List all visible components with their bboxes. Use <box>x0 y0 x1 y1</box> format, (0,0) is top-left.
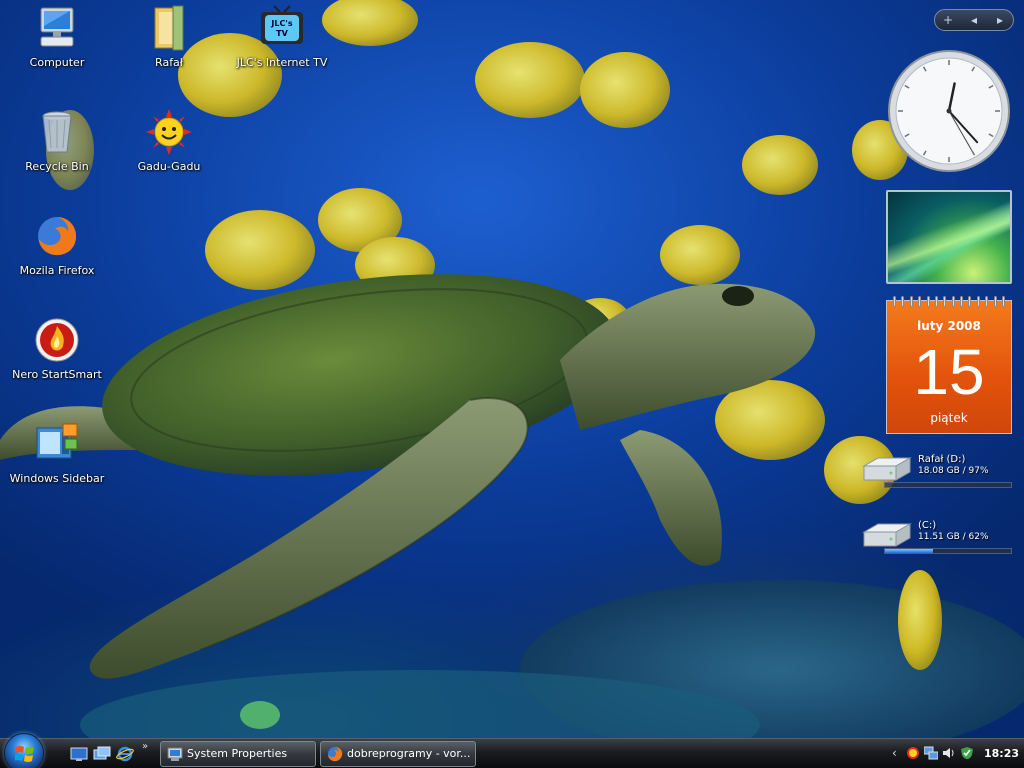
drive-usage-bar <box>884 482 1012 488</box>
calendar-weekday: piątek <box>930 411 968 425</box>
desktop-icon-label: JLC's Internet TV <box>236 56 328 69</box>
task-button-label: dobreprogramy - vor... <box>347 747 471 760</box>
desktop-icon-windows-sidebar[interactable]: Windows Sidebar <box>9 420 105 485</box>
nero-icon <box>33 316 81 364</box>
desktop-icon-computer[interactable]: Computer <box>9 4 105 69</box>
svg-text:TV: TV <box>276 29 288 38</box>
firefox-icon <box>33 212 81 260</box>
desktop-icon-recycle-bin[interactable]: Recycle Bin <box>9 108 105 173</box>
task-button-system-properties[interactable]: System Properties <box>160 741 316 767</box>
drive-gadget-c[interactable]: (C:) 11.51 GB / 62% <box>858 518 1014 562</box>
drive-gadget-d[interactable]: Rafał (D:) 18.08 GB / 97% <box>858 452 1014 496</box>
user-folder-icon <box>145 4 193 52</box>
firefox-icon <box>327 746 343 762</box>
recycle-bin-icon <box>33 108 81 156</box>
desktop-icon-firefox[interactable]: Mozila Firefox <box>9 212 105 277</box>
sidebar-icon <box>33 420 81 468</box>
task-button-firefox[interactable]: dobreprogramy - vor... <box>320 741 476 767</box>
system-properties-icon <box>167 746 183 762</box>
desktop-icon-label: Recycle Bin <box>25 160 89 173</box>
volume-icon[interactable] <box>942 746 956 760</box>
desktop-icon-label: Mozila Firefox <box>19 264 95 277</box>
previous-page-button[interactable]: ◂ <box>964 13 984 27</box>
add-gadget-button[interactable]: + <box>938 13 958 27</box>
sun-smiley-icon <box>145 108 193 156</box>
clock-gadget[interactable] <box>886 48 1012 174</box>
drive-usage: 11.51 GB / 62% <box>918 532 989 542</box>
drive-name: (C:) <box>918 520 937 531</box>
switch-windows-icon[interactable] <box>93 746 111 762</box>
analog-clock-face <box>888 50 1010 172</box>
internet-explorer-icon[interactable] <box>116 746 134 762</box>
desktop-icon-label: Rafał <box>155 56 183 69</box>
desktop-icon-label: Gadu-Gadu <box>137 160 201 173</box>
next-page-button[interactable]: ▸ <box>990 13 1010 27</box>
drive-usage-bar <box>884 548 1012 554</box>
show-hidden-icons-button[interactable]: ‹ <box>892 746 897 760</box>
desktop-icon-jlc-internet-tv[interactable]: JLC's TV JLC's Internet TV <box>234 4 330 69</box>
desktop-icon-rafal[interactable]: Rafał <box>121 4 217 69</box>
sidebar-controls: + ◂ ▸ <box>934 9 1014 31</box>
desktop-icon-label: Nero StartSmart <box>12 368 102 381</box>
windows-logo-icon <box>15 746 34 762</box>
calendar-rings <box>893 296 1005 308</box>
quick-launch-more-button[interactable]: » <box>142 741 148 752</box>
calendar-day: 15 <box>913 336 985 408</box>
desktop-icon-label: Computer <box>29 56 85 69</box>
desktop-icon-nero-startsmart[interactable]: Nero StartSmart <box>9 316 105 381</box>
security-shield-icon[interactable] <box>960 746 974 760</box>
start-button[interactable] <box>4 733 44 768</box>
computer-icon <box>33 4 81 52</box>
calendar-gadget[interactable]: luty 2008 15 piątek <box>886 296 1012 434</box>
svg-text:JLC's: JLC's <box>270 19 292 28</box>
taskbar-clock[interactable]: 18:23 <box>984 747 1019 760</box>
network-tray-icon[interactable] <box>923 746 939 760</box>
drive-usage: 18.08 GB / 97% <box>918 466 989 476</box>
desktop-icon-label: Windows Sidebar <box>9 472 105 485</box>
notification-area: ‹ 18:23 <box>886 739 1024 768</box>
gadu-gadu-tray-icon[interactable] <box>906 746 920 760</box>
slideshow-gadget[interactable] <box>886 190 1012 284</box>
desktop-icon-gadu-gadu[interactable]: Gadu-Gadu <box>121 108 217 173</box>
tv-icon: JLC's TV <box>258 4 306 52</box>
task-button-label: System Properties <box>187 747 288 760</box>
taskbar: » System Properties dobreprogramy - vor.… <box>0 733 1024 768</box>
drive-name: Rafał (D:) <box>918 454 966 465</box>
show-desktop-icon[interactable] <box>70 746 88 762</box>
calendar-month: luty 2008 <box>917 319 981 333</box>
